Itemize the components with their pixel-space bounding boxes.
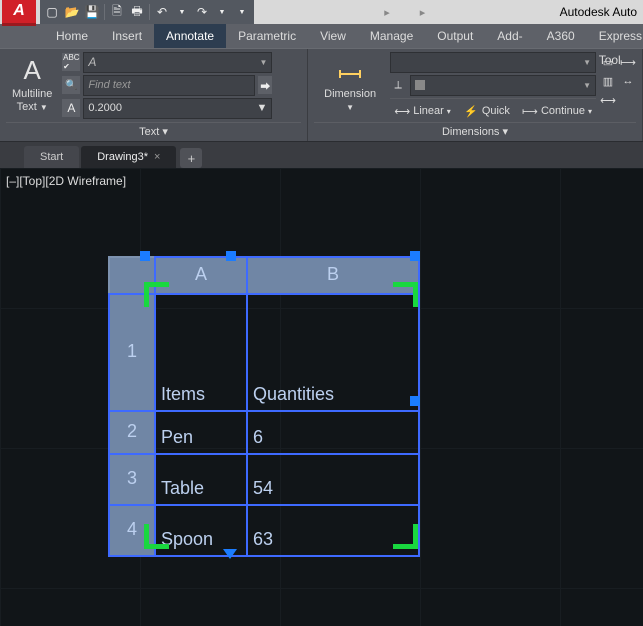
- quick-button[interactable]: ⚡ Quick: [459, 101, 514, 121]
- selection-corner-tr: [393, 282, 418, 307]
- qat-dropdown-icon[interactable]: ▼: [234, 4, 250, 20]
- tab-drawing[interactable]: Drawing3* ×: [81, 146, 176, 168]
- redo-icon[interactable]: ↷: [194, 4, 210, 20]
- abc-check-icon[interactable]: ABC✔: [62, 53, 80, 71]
- selection-corner-br: [393, 524, 418, 549]
- dim-tool-1-icon[interactable]: ▭: [600, 54, 616, 70]
- new-icon[interactable]: ▢: [44, 4, 60, 20]
- open-icon[interactable]: 📂: [64, 4, 80, 20]
- menu-insert[interactable]: Insert: [100, 24, 154, 48]
- menu-output[interactable]: Output: [425, 24, 485, 48]
- tab-start[interactable]: Start: [24, 146, 79, 168]
- dimension-button[interactable]: Dimension ▼: [314, 52, 386, 116]
- saveas-icon[interactable]: 🗎: [109, 4, 125, 20]
- dim-tool-column-2: ⟼ ↔: [620, 52, 636, 89]
- dim-tool-2-icon[interactable]: ▥: [600, 73, 616, 89]
- dimension-label: Dimension ▼: [320, 88, 380, 114]
- app-title: Autodesk Auto: [556, 5, 641, 19]
- cell-b1[interactable]: Quantities: [247, 294, 419, 411]
- selection-corner-bl: [144, 524, 169, 549]
- row-header-2[interactable]: 2: [109, 411, 155, 454]
- text-height-a-icon[interactable]: A: [62, 99, 80, 117]
- row-header-1[interactable]: 1: [109, 294, 155, 411]
- find-icon[interactable]: 🔍: [62, 76, 80, 94]
- dim-tool-4-icon[interactable]: ⟼: [620, 54, 636, 70]
- chevron-down-icon: ▼: [583, 58, 591, 67]
- row-header-3[interactable]: 3: [109, 454, 155, 505]
- menu-parametric[interactable]: Parametric: [226, 24, 308, 48]
- find-go-icon[interactable]: ⮕: [258, 76, 272, 94]
- menu-express[interactable]: Express Tool: [587, 24, 643, 48]
- chevron-down-icon: ▼: [583, 81, 591, 90]
- dim-style-dropdown[interactable]: ▼: [390, 52, 596, 73]
- plot-icon[interactable]: 🖶: [129, 4, 145, 20]
- dim-style-2-dropdown[interactable]: ▼: [410, 75, 596, 96]
- quick-icon: ⚡: [463, 103, 479, 119]
- multiline-text-label: MultilineText ▼: [12, 88, 52, 114]
- cell-a2[interactable]: Pen: [155, 411, 247, 454]
- model-viewport[interactable]: [–][Top][2D Wireframe] A B 1 Items Quant…: [0, 168, 643, 626]
- undo-icon[interactable]: ↶: [154, 4, 170, 20]
- menu-manage[interactable]: Manage: [358, 24, 425, 48]
- ribbon-panel-text: A MultilineText ▼ ABC✔ A ▼ 🔍 Find text ⮕: [0, 49, 308, 141]
- redo-dropdown-icon[interactable]: ▼: [214, 4, 230, 20]
- cell-a1[interactable]: Items: [155, 294, 247, 411]
- dim-tool-5-icon[interactable]: ↔: [620, 73, 636, 89]
- continue-button[interactable]: ⟼ Continue ▾: [518, 101, 596, 121]
- text-style-icon: A: [88, 55, 96, 69]
- ribbon-panel-dimensions: Dimension ▼ ▼ ⟂ ▼ ⟷ Linear: [308, 49, 643, 141]
- cell-b3[interactable]: 54: [247, 454, 419, 505]
- dimension-icon: [334, 54, 366, 86]
- viewport-controls[interactable]: [–][Top][2D Wireframe]: [6, 174, 126, 188]
- dim-tool-column: ▭ ▥ ⟷: [600, 52, 616, 108]
- title-bar: A ▢ 📂 💾 🗎 🖶 ↶ ▼ ↷ ▼ ▼ ▸▸ Autodesk Auto: [0, 0, 643, 24]
- grip-right-mid[interactable]: [410, 396, 420, 406]
- menu-view[interactable]: View: [308, 24, 358, 48]
- dim-style-icon[interactable]: ⟂: [390, 77, 406, 93]
- menu-a360[interactable]: A360: [535, 24, 587, 48]
- dim-tool-3-icon[interactable]: ⟷: [600, 92, 616, 108]
- menu-home[interactable]: Home: [44, 24, 100, 48]
- text-style-dropdown[interactable]: A ▼: [83, 52, 272, 73]
- quick-access-toolbar: ▢ 📂 💾 🗎 🖶 ↶ ▼ ↷ ▼ ▼: [40, 0, 254, 24]
- text-a-icon: A: [16, 54, 48, 86]
- grip-top-left[interactable]: [140, 251, 150, 261]
- panel-title-dimensions[interactable]: Dimensions ▾: [314, 122, 636, 141]
- cell-a3[interactable]: Table: [155, 454, 247, 505]
- undo-dropdown-icon[interactable]: ▼: [174, 4, 190, 20]
- linear-button[interactable]: ⟷ Linear ▾: [390, 101, 455, 121]
- multiline-text-button[interactable]: A MultilineText ▼: [6, 52, 58, 116]
- menu-bar: Home Insert Annotate Parametric View Man…: [0, 24, 643, 48]
- ribbon: A MultilineText ▼ ABC✔ A ▼ 🔍 Find text ⮕: [0, 48, 643, 141]
- app-logo[interactable]: A: [2, 0, 36, 26]
- menu-addins[interactable]: Add-ins: [485, 24, 534, 48]
- cell-b2[interactable]: 6: [247, 411, 419, 454]
- menu-annotate[interactable]: Annotate: [154, 24, 226, 48]
- save-icon[interactable]: 💾: [84, 4, 100, 20]
- continue-icon: ⟼: [522, 103, 538, 119]
- text-height-input[interactable]: 0.2000 ▼: [83, 98, 272, 119]
- close-icon[interactable]: ×: [154, 146, 160, 168]
- title-spacer: ▸▸: [254, 0, 556, 24]
- panel-title-text[interactable]: Text ▾: [6, 122, 301, 141]
- chevron-down-icon: ▼: [256, 102, 267, 114]
- new-tab-button[interactable]: +: [180, 148, 202, 168]
- selection-corner-tl: [144, 282, 169, 307]
- grip-bottom-tri[interactable]: [223, 549, 237, 559]
- find-text-input[interactable]: Find text: [83, 75, 255, 96]
- grip-col-a[interactable]: [226, 251, 236, 261]
- selected-table-object[interactable]: A B 1 Items Quantities 2 Pen 6 3 Table 5…: [108, 256, 420, 557]
- linear-icon: ⟷: [394, 103, 410, 119]
- chevron-down-icon: ▼: [259, 58, 267, 67]
- grip-top-right[interactable]: [410, 251, 420, 261]
- file-tab-strip: Start Drawing3* × +: [0, 141, 643, 168]
